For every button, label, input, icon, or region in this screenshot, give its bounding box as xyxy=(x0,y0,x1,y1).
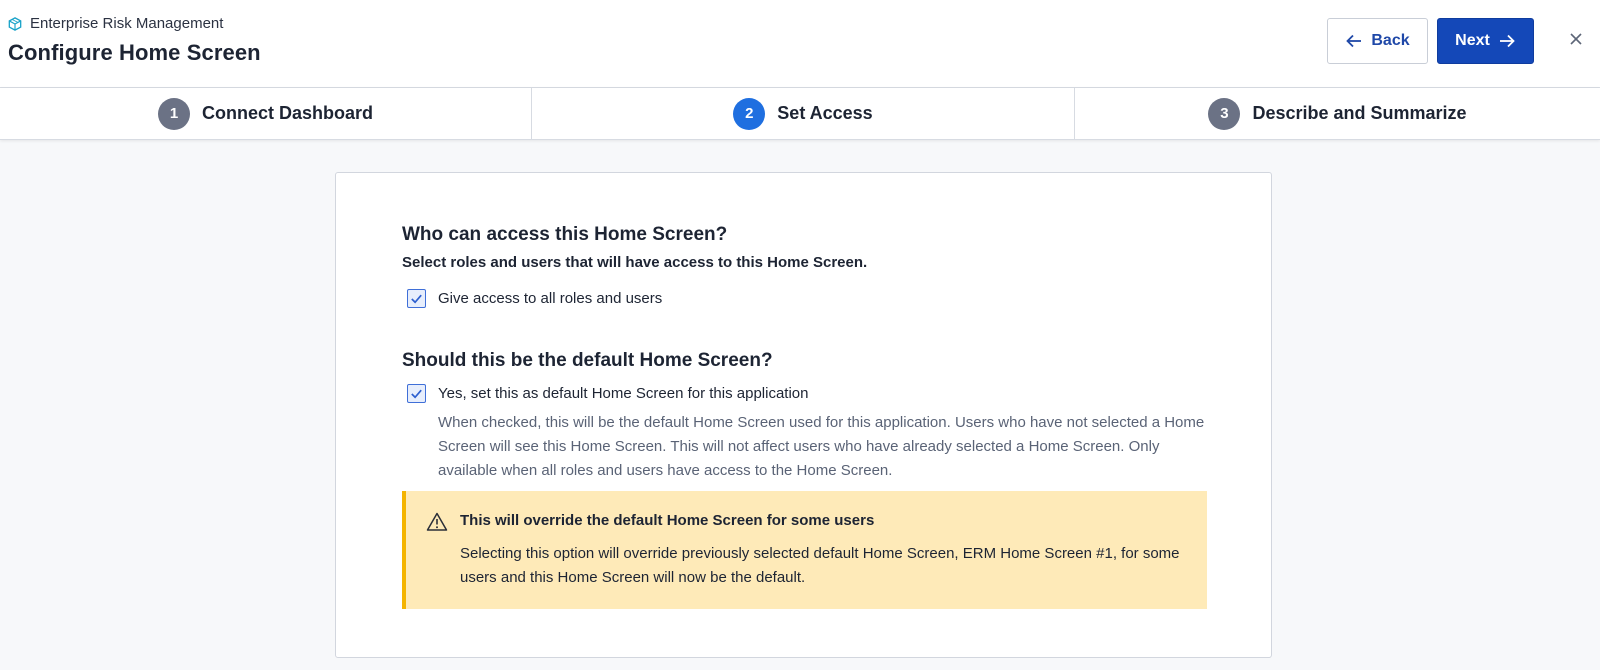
page-title: Configure Home Screen xyxy=(8,40,261,65)
checkmark-icon xyxy=(411,389,422,399)
access-subtitle: Select roles and users that will have ac… xyxy=(402,254,868,271)
back-button-label: Back xyxy=(1371,32,1410,49)
default-checkbox[interactable] xyxy=(407,384,426,403)
step-number: 3 xyxy=(1208,97,1241,130)
page-header: Enterprise Risk Management Configure Hom… xyxy=(0,0,1600,88)
step-set-access[interactable]: 2 Set Access xyxy=(532,88,1075,139)
close-icon xyxy=(1570,33,1582,45)
checkmark-icon xyxy=(411,294,422,304)
set-access-card: Who can access this Home Screen? Select … xyxy=(335,172,1272,658)
step-number: 1 xyxy=(157,97,190,130)
app-name: Enterprise Risk Management xyxy=(30,15,224,32)
access-section: Who can access this Home Screen? Select … xyxy=(402,224,1205,308)
all-access-label: Give access to all roles and users xyxy=(438,290,663,307)
close-button[interactable] xyxy=(1565,28,1587,50)
default-section: Should this be the default Home Screen? … xyxy=(402,350,1205,483)
step-number: 2 xyxy=(733,97,766,130)
warning-icon xyxy=(426,512,448,531)
override-warning: This will override the default Home Scre… xyxy=(402,491,1207,609)
default-checkbox-row[interactable]: Yes, set this as default Home Screen for… xyxy=(407,384,1205,403)
cube-icon xyxy=(8,16,22,31)
app-breadcrumb: Enterprise Risk Management xyxy=(8,15,223,32)
back-button[interactable]: Back xyxy=(1327,18,1428,64)
all-access-checkbox-row[interactable]: Give access to all roles and users xyxy=(407,289,1205,308)
next-button-label: Next xyxy=(1455,32,1490,49)
warning-title: This will override the default Home Scre… xyxy=(460,512,875,529)
default-checkbox-label: Yes, set this as default Home Screen for… xyxy=(438,385,809,402)
step-label: Connect Dashboard xyxy=(201,103,374,123)
default-title: Should this be the default Home Screen? xyxy=(402,350,773,371)
step-label: Describe and Summarize xyxy=(1252,103,1467,123)
step-label: Set Access xyxy=(777,103,873,123)
all-access-checkbox[interactable] xyxy=(407,289,426,308)
warning-body: Selecting this option will override prev… xyxy=(460,545,1180,586)
arrow-right-icon xyxy=(1499,34,1515,48)
wizard-stepper: 1 Connect Dashboard 2 Set Access 3 Descr… xyxy=(0,88,1600,140)
step-connect-dashboard[interactable]: 1 Connect Dashboard xyxy=(0,88,532,139)
next-button[interactable]: Next xyxy=(1437,18,1534,64)
default-help-text: When checked, this will be the default H… xyxy=(438,414,1205,479)
access-title: Who can access this Home Screen? xyxy=(402,224,728,245)
step-describe-summarize[interactable]: 3 Describe and Summarize xyxy=(1075,88,1600,139)
arrow-left-icon xyxy=(1346,34,1362,48)
